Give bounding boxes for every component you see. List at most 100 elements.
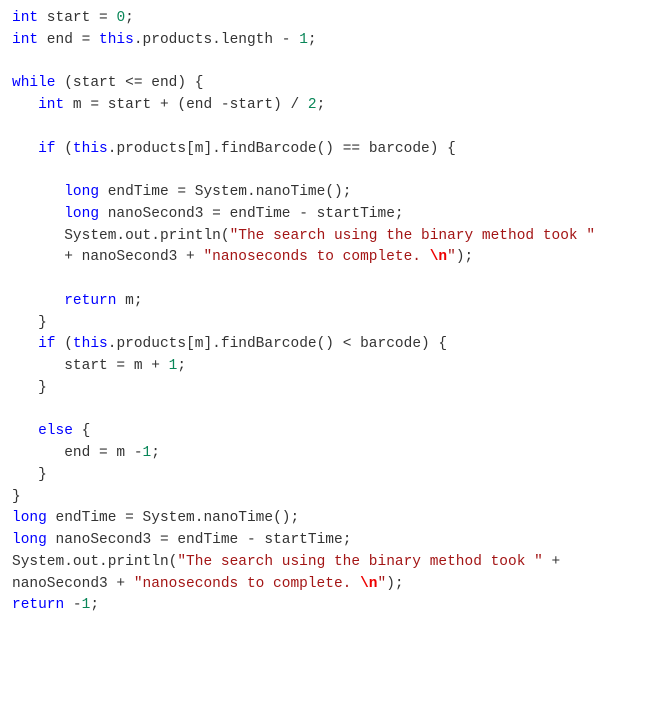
code-token: nanoTime — [203, 510, 273, 526]
code-token: 1 — [299, 32, 308, 48]
code-token: - — [221, 97, 230, 113]
code-token: < — [343, 336, 360, 352]
code-token: = — [82, 32, 99, 48]
code-token: () — [317, 336, 343, 352]
code-token — [12, 423, 38, 439]
code-token: nanoSecond3 — [12, 576, 116, 592]
code-token: long — [64, 206, 99, 222]
code-token: ); — [456, 249, 473, 265]
code-token: m — [64, 97, 90, 113]
code-token: = — [212, 206, 229, 222]
code-token: start — [38, 10, 99, 26]
code-token: System — [12, 554, 64, 570]
code-line — [12, 117, 633, 139]
code-token: ]. — [203, 141, 220, 157]
code-token — [12, 97, 38, 113]
code-line: + nanoSecond3 + "nanoseconds to complete… — [12, 247, 633, 269]
code-token: . — [151, 228, 160, 244]
code-token: while — [12, 75, 56, 91]
code-token: ( — [177, 97, 186, 113]
code-token: } — [38, 315, 47, 331]
code-token: start — [108, 97, 160, 113]
code-line: } — [12, 378, 633, 400]
code-token: ( — [56, 336, 73, 352]
code-token: ); — [386, 576, 403, 592]
code-token: start — [12, 358, 116, 374]
code-token: "The search using the binary method took… — [177, 554, 542, 570]
code-token: - — [64, 597, 81, 613]
code-line: end = m -1; — [12, 443, 633, 465]
code-token: if — [38, 141, 55, 157]
code-token: { — [73, 423, 90, 439]
code-token: \n — [430, 249, 447, 265]
code-token: ; — [90, 597, 99, 613]
code-token: m — [116, 445, 133, 461]
code-token: ; — [125, 10, 134, 26]
code-token — [12, 315, 38, 331]
code-token: . — [134, 32, 143, 48]
code-token: "nanoseconds to complete. — [134, 576, 360, 592]
code-token: + — [116, 576, 133, 592]
code-token: ) — [273, 97, 290, 113]
code-token: (); — [325, 184, 351, 200]
code-token: = — [90, 97, 107, 113]
code-token: ]. — [203, 336, 220, 352]
code-token — [12, 293, 64, 309]
code-token: <= — [125, 75, 151, 91]
code-token: return — [64, 293, 116, 309]
code-token: else — [38, 423, 73, 439]
code-token — [12, 467, 38, 483]
code-token: - — [282, 32, 299, 48]
code-token: == — [343, 141, 369, 157]
code-token: ( — [56, 141, 73, 157]
code-token: - — [134, 445, 143, 461]
code-token: println — [108, 554, 169, 570]
code-token — [12, 380, 38, 396]
code-token: return — [12, 597, 64, 613]
code-token: endTime — [99, 184, 177, 200]
code-token — [12, 206, 64, 222]
code-token: startTime — [264, 532, 342, 548]
code-line — [12, 269, 633, 291]
code-line: long nanoSecond3 = endTime - startTime; — [12, 530, 633, 552]
code-token: end — [151, 75, 177, 91]
code-line: } — [12, 313, 633, 335]
code-line: while (start <= end) { — [12, 73, 633, 95]
code-token: nanoSecond3 — [99, 206, 212, 222]
code-line: if (this.products[m].findBarcode() == ba… — [12, 139, 633, 161]
code-token: System — [195, 184, 247, 200]
code-token: } — [38, 380, 47, 396]
code-token: } — [12, 489, 21, 505]
code-token: long — [12, 510, 47, 526]
code-token: this — [73, 336, 108, 352]
code-token: products — [116, 141, 186, 157]
code-token: = — [99, 445, 116, 461]
code-token: 1 — [143, 445, 152, 461]
code-token: (start — [56, 75, 126, 91]
code-line: long endTime = System.nanoTime(); — [12, 182, 633, 204]
code-token: products — [116, 336, 186, 352]
code-token: ( — [221, 228, 230, 244]
code-token: 2 — [308, 97, 317, 113]
code-token: findBarcode — [221, 141, 317, 157]
code-token: " — [377, 576, 386, 592]
code-line: else { — [12, 421, 633, 443]
code-token: () — [317, 141, 343, 157]
code-line: long nanoSecond3 = endTime - startTime; — [12, 204, 633, 226]
code-line — [12, 52, 633, 74]
code-token: - — [247, 532, 264, 548]
code-line: int m = start + (end -start) / 2; — [12, 95, 633, 117]
code-line — [12, 400, 633, 422]
code-token: 0 — [116, 10, 125, 26]
code-token: . — [247, 184, 256, 200]
code-token: (); — [273, 510, 299, 526]
code-token — [12, 336, 38, 352]
code-block: int start = 0;int end = this.products.le… — [12, 8, 633, 617]
code-token: barcode — [369, 141, 430, 157]
code-token: end — [12, 445, 99, 461]
code-token: endTime — [47, 510, 125, 526]
code-token: int — [38, 97, 64, 113]
code-token: = — [116, 358, 133, 374]
code-token: "nanoseconds to complete. — [203, 249, 429, 265]
code-token: startTime — [317, 206, 395, 222]
